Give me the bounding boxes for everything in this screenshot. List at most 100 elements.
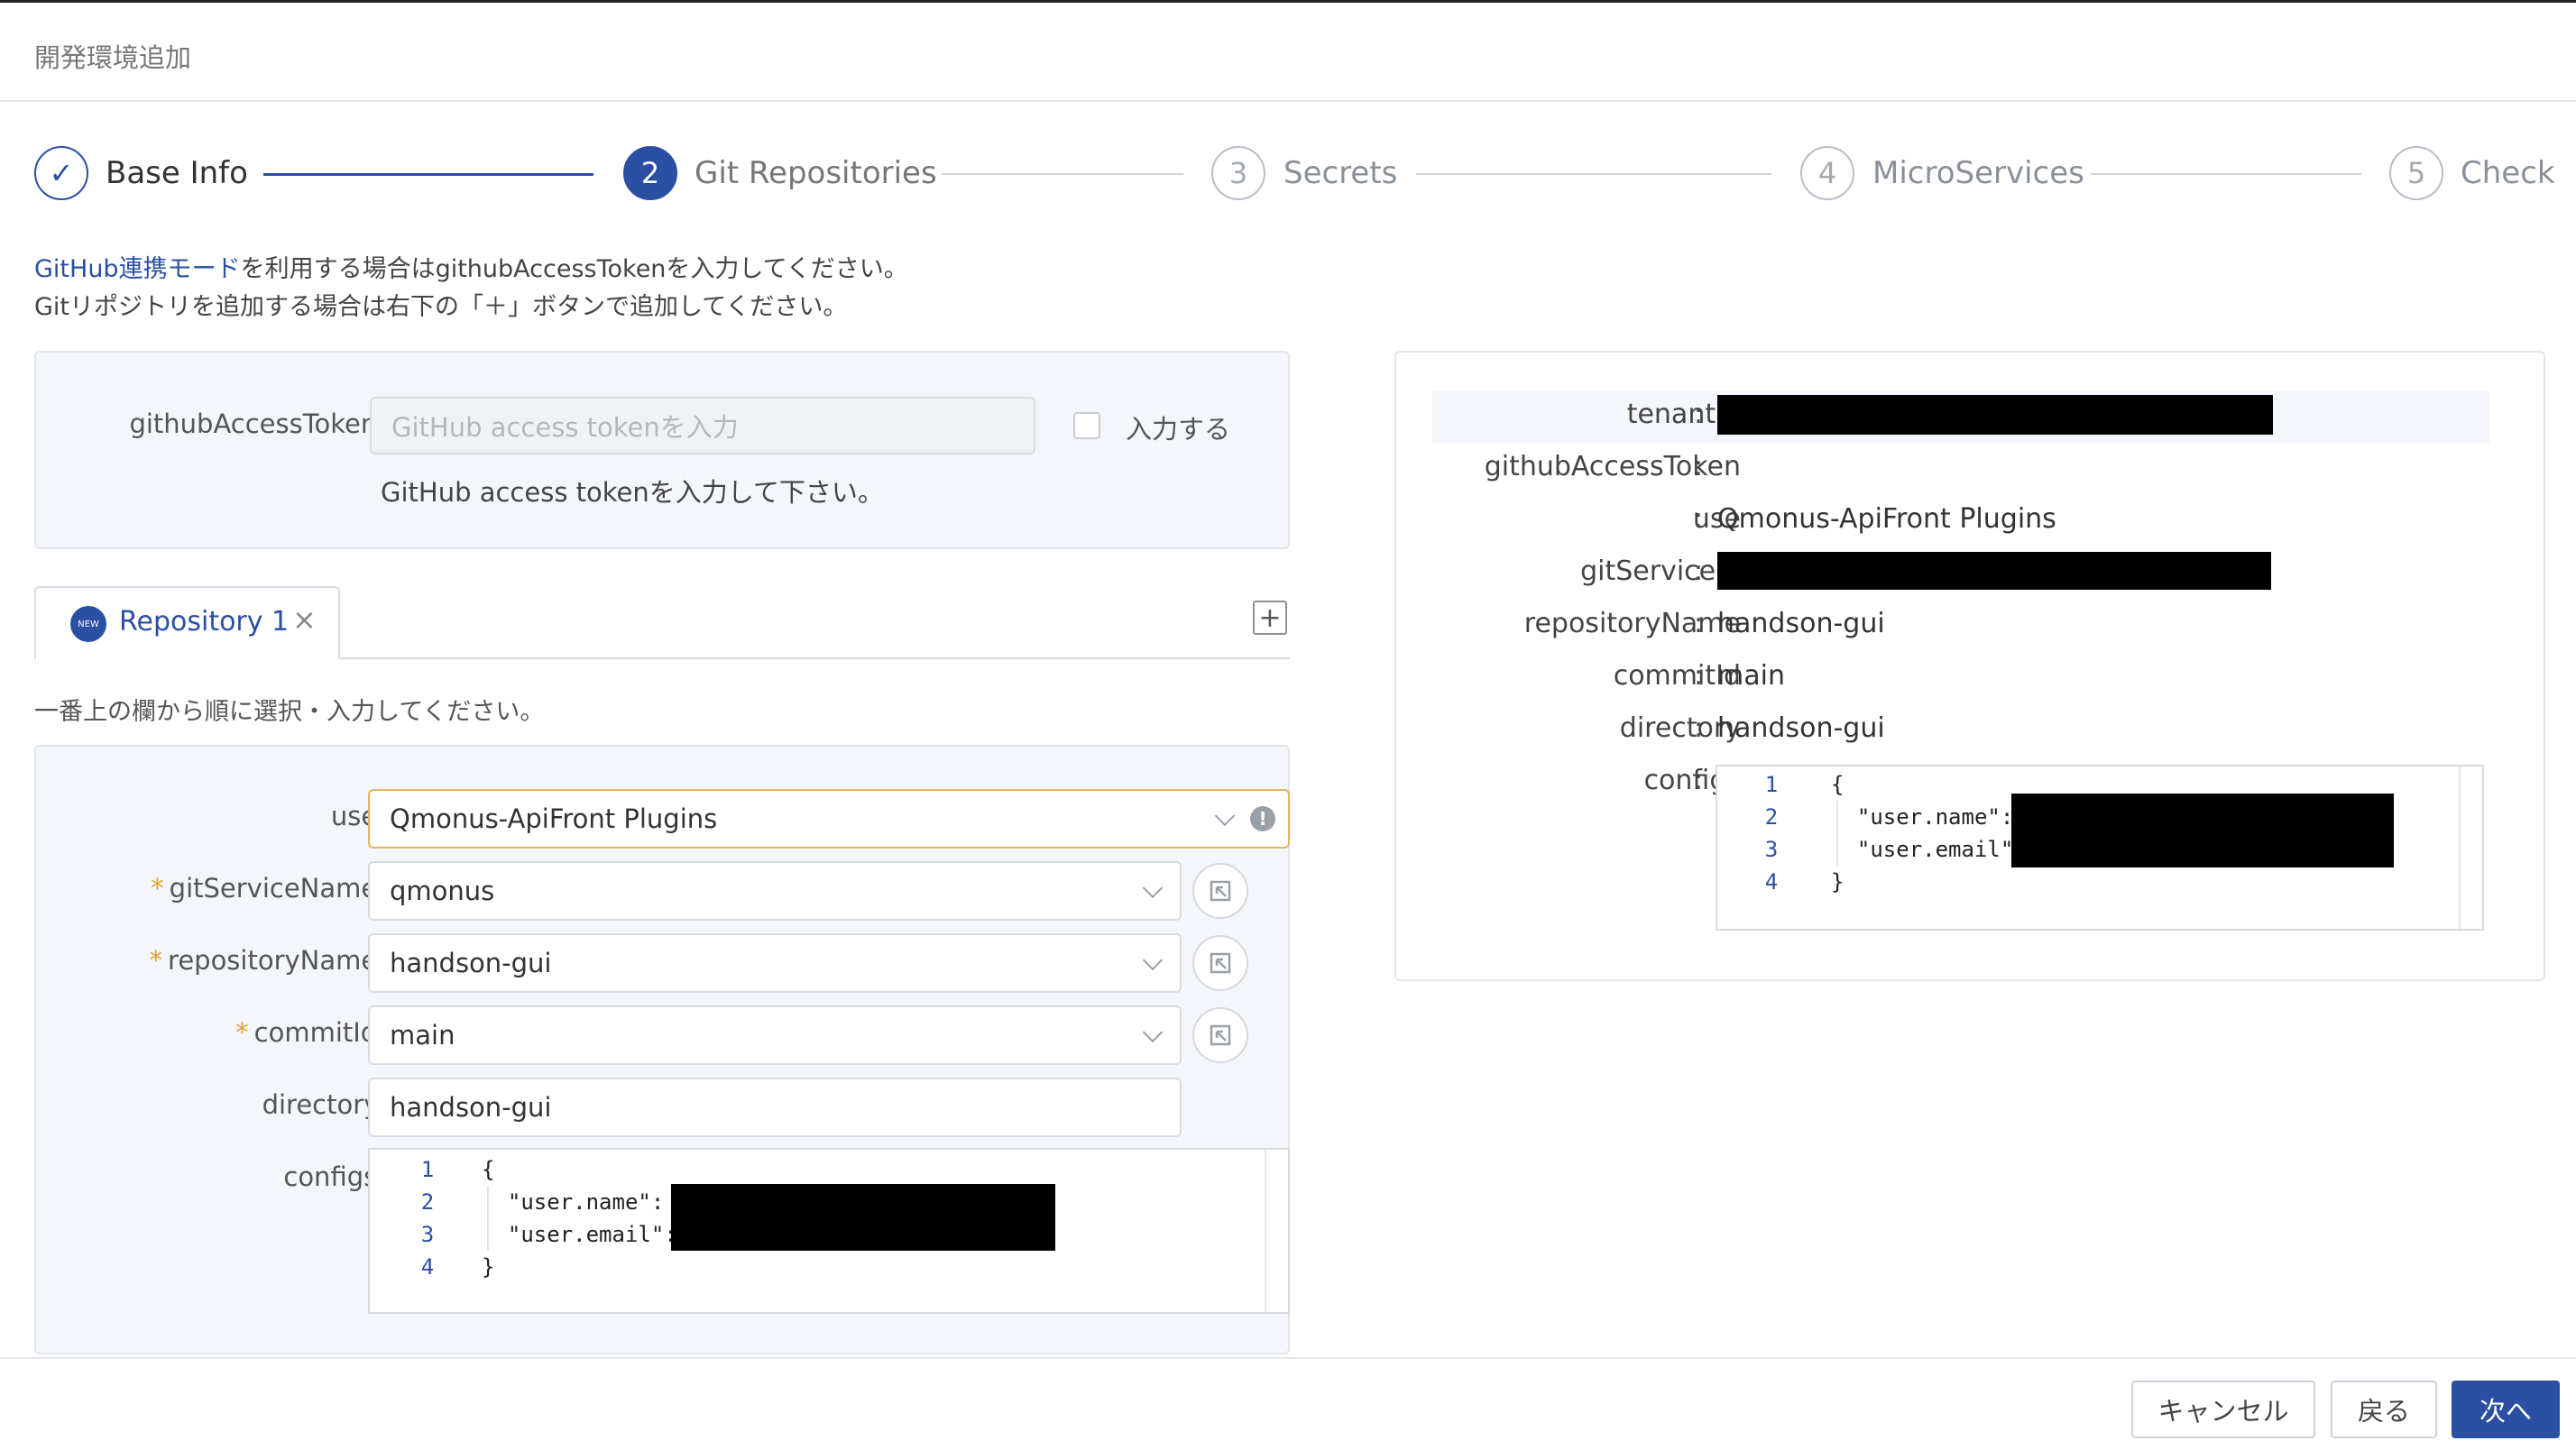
code-line: "user.name": bbox=[482, 1189, 665, 1215]
step-5-label: Check bbox=[2461, 155, 2555, 191]
code-line: } bbox=[1831, 869, 1845, 895]
colon: : bbox=[1694, 503, 1704, 535]
open-link-button[interactable] bbox=[1192, 935, 1248, 991]
step-4-label: MicroServices bbox=[1872, 155, 2084, 191]
commit-id-label: * commitId: bbox=[235, 1017, 386, 1048]
github-token-label: githubAccessToken: bbox=[129, 408, 386, 439]
chevron-down-icon bbox=[1142, 1022, 1164, 1043]
colon: : bbox=[1694, 608, 1704, 639]
colon: : bbox=[1694, 399, 1704, 430]
code-line: "user.email" bbox=[1831, 837, 2014, 862]
step-4-number: 4 bbox=[1800, 146, 1854, 200]
chevron-down-icon bbox=[1142, 950, 1164, 971]
line-number: 1 bbox=[420, 1157, 435, 1182]
line-number: 2 bbox=[1764, 804, 1779, 830]
summary-use-value: Qmonus-ApiFront Plugins bbox=[1717, 503, 2056, 535]
repository-name-value: handson-gui bbox=[390, 948, 552, 978]
git-service-name-select[interactable]: qmonus bbox=[368, 861, 1182, 921]
redacted-block bbox=[2011, 794, 2394, 867]
step-3-label: Secrets bbox=[1283, 155, 1398, 191]
indent-guide bbox=[487, 1186, 489, 1251]
configs-editor[interactable]: 1 2 3 4 { "user.name": "user.email": } bbox=[368, 1148, 1290, 1314]
chevron-down-icon bbox=[1142, 877, 1164, 899]
open-link-icon bbox=[1210, 1024, 1231, 1046]
open-link-icon bbox=[1210, 952, 1231, 974]
chevron-down-icon bbox=[1214, 805, 1236, 827]
step-connector bbox=[263, 173, 593, 176]
line-number: 4 bbox=[1764, 869, 1779, 895]
scrollbar-track[interactable] bbox=[1265, 1150, 1266, 1312]
add-repository-button[interactable]: + bbox=[1253, 601, 1287, 635]
summary-directory-value: handson-gui bbox=[1717, 712, 1885, 744]
colon: : bbox=[1694, 555, 1704, 587]
token-panel: githubAccessToken: GitHub access tokenを入… bbox=[34, 351, 1290, 549]
step-2-number: 2 bbox=[623, 146, 677, 200]
intro-line-1: GitHub連携モードを利用する場合はgithubAccessTokenを入力し… bbox=[34, 249, 908, 284]
repository-form-panel: use: Qmonus-ApiFront Plugins ! * gitServi… bbox=[34, 745, 1290, 1354]
step-connector bbox=[942, 173, 1183, 175]
summary-panel: tenantId : githubAccessToken : use : Qmo… bbox=[1394, 351, 2545, 981]
intro-line-1-text: を利用する場合はgithubAccessTokenを入力してください。 bbox=[240, 255, 908, 283]
dialog-header: 開発環境追加 bbox=[0, 3, 2576, 102]
dialog-title: 開発環境追加 bbox=[34, 42, 192, 73]
summary-commit-id-value: main bbox=[1717, 660, 1785, 692]
open-link-icon bbox=[1210, 880, 1231, 902]
use-value: Qmonus-ApiFront Plugins bbox=[390, 803, 718, 834]
use-select[interactable]: Qmonus-ApiFront Plugins ! bbox=[368, 789, 1290, 849]
scrollbar-track bbox=[2459, 766, 2461, 929]
info-icon: ! bbox=[1250, 806, 1275, 831]
line-number: 2 bbox=[420, 1189, 435, 1215]
line-number: 4 bbox=[420, 1254, 435, 1280]
enable-token-checkbox[interactable] bbox=[1073, 412, 1100, 439]
dialog-footer: キャンセル 戻る 次へ bbox=[0, 1357, 2576, 1450]
form-instruction: 一番上の欄から順に選択・入力してください。 bbox=[34, 698, 545, 726]
github-mode-link[interactable]: GitHub連携モード bbox=[34, 255, 241, 283]
open-link-button[interactable] bbox=[1192, 863, 1248, 919]
back-button[interactable]: 戻る bbox=[2331, 1381, 2437, 1438]
intro-line-2: Gitリポジトリを追加する場合は右下の「＋」ボタンで追加してください。 bbox=[34, 293, 848, 321]
repository-name-select[interactable]: handson-gui bbox=[368, 933, 1182, 993]
next-button[interactable]: 次へ bbox=[2452, 1381, 2560, 1438]
tab-repository-1[interactable]: NEW Repository 1 × bbox=[34, 586, 340, 659]
step-connector bbox=[1416, 173, 1771, 175]
step-1-label: Base Info bbox=[106, 155, 248, 191]
summary-configs-viewer: 1 2 3 4 { "user.name": "user.email" } bbox=[1716, 765, 2484, 931]
git-service-name-label: * gitServiceName: bbox=[151, 873, 386, 904]
open-link-button[interactable] bbox=[1192, 1007, 1248, 1063]
colon: : bbox=[1694, 660, 1704, 692]
step-1-check-icon: ✓ bbox=[34, 146, 88, 200]
code-line: } bbox=[482, 1254, 495, 1280]
code-line: { bbox=[1831, 772, 1845, 797]
tab-label: Repository 1 bbox=[119, 606, 290, 638]
line-number: 3 bbox=[1764, 837, 1779, 862]
tab-close-icon[interactable]: × bbox=[292, 602, 317, 637]
github-token-input[interactable]: GitHub access tokenを入力 bbox=[370, 397, 1035, 454]
code-line: { bbox=[482, 1157, 495, 1182]
summary-repository-name-value: handson-gui bbox=[1717, 608, 1885, 639]
redacted-block bbox=[671, 1184, 1055, 1251]
new-badge: NEW bbox=[70, 606, 106, 642]
colon: : bbox=[1694, 451, 1704, 482]
line-number: 1 bbox=[1764, 772, 1779, 797]
github-token-help: GitHub access tokenを入力して下さい。 bbox=[381, 477, 884, 508]
step-2-label: Git Repositories bbox=[695, 155, 937, 191]
code-line: "user.name": bbox=[1831, 804, 2014, 830]
line-number: 3 bbox=[420, 1222, 435, 1247]
step-connector bbox=[2091, 173, 2361, 175]
commit-id-select[interactable]: main bbox=[368, 1005, 1182, 1065]
code-line: "user.email": bbox=[482, 1222, 677, 1247]
step-3-number: 3 bbox=[1211, 146, 1265, 200]
cancel-button[interactable]: キャンセル bbox=[2131, 1381, 2315, 1438]
colon: : bbox=[1694, 765, 1704, 796]
repository-name-label: * repositoryName: bbox=[149, 945, 386, 976]
directory-input[interactable]: handson-gui bbox=[368, 1078, 1182, 1137]
redacted-block bbox=[1717, 552, 2271, 590]
indent-guide bbox=[1836, 801, 1838, 866]
commit-id-value: main bbox=[390, 1020, 455, 1051]
git-service-name-value: qmonus bbox=[390, 876, 495, 906]
colon: : bbox=[1694, 712, 1704, 744]
step-5-number: 5 bbox=[2389, 146, 2443, 200]
summary-repository-name-label: repositoryName bbox=[1523, 608, 1741, 639]
redacted-block bbox=[1717, 395, 2273, 435]
enable-token-label: 入力する bbox=[1126, 414, 1231, 445]
